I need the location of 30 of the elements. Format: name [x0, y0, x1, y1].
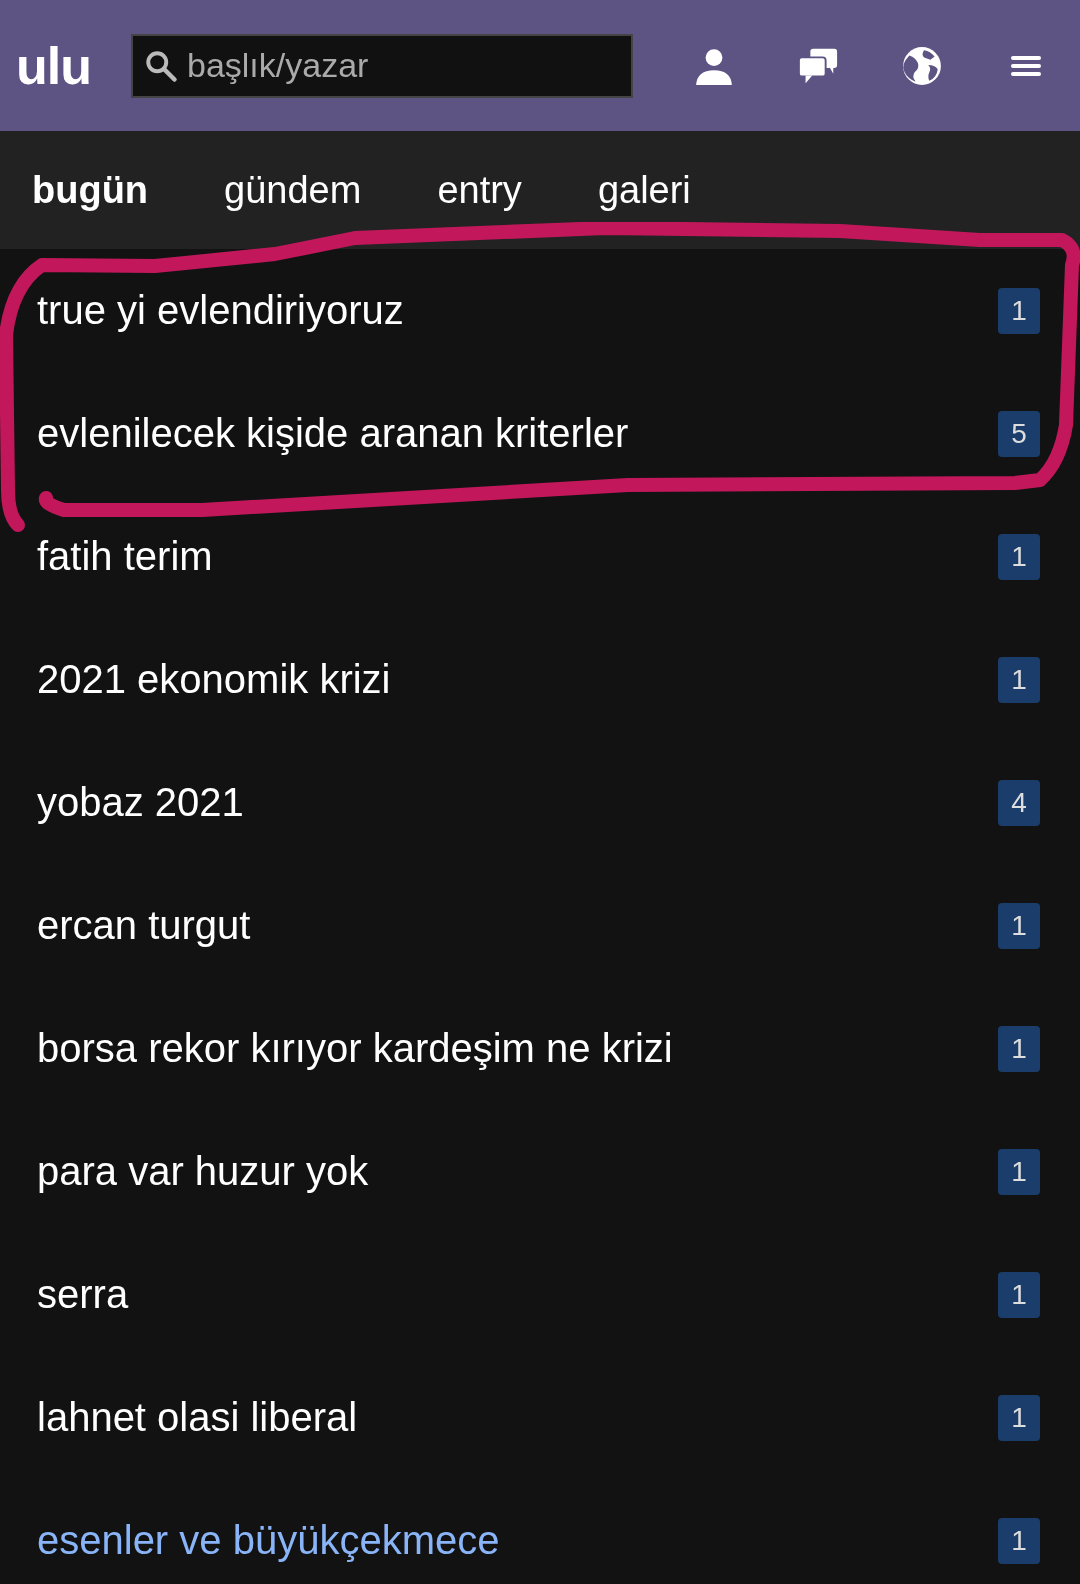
entry-count: 5: [998, 410, 1040, 457]
topic-link[interactable]: lahnet olasi liberal: [37, 1395, 358, 1440]
topic-link[interactable]: true yi evlendiriyoruz: [37, 288, 404, 333]
entry-count: 1: [998, 287, 1040, 334]
entry-count: 1: [998, 533, 1040, 580]
tab[interactable]: bugün: [32, 168, 149, 212]
search-field[interactable]: başlık/yazar: [131, 33, 633, 98]
entry-count: 1: [998, 902, 1040, 949]
topic-link[interactable]: borsa rekor kırıyor kardeşim ne krizi: [37, 1026, 673, 1071]
entry-count: 1: [998, 1025, 1040, 1072]
entry-count: 1: [998, 656, 1040, 703]
topic-link[interactable]: ercan turgut: [37, 903, 251, 948]
entry-count: 1: [998, 1394, 1040, 1441]
entry-count: 4: [998, 779, 1040, 826]
entry-count: 1: [998, 1517, 1040, 1564]
menu-icon[interactable]: [1011, 53, 1041, 78]
entry-count: 1: [998, 1271, 1040, 1318]
topic-link[interactable]: 2021 ekonomik krizi: [37, 657, 391, 702]
tab[interactable]: gündem: [224, 168, 362, 212]
logo[interactable]: ulu: [16, 35, 116, 96]
globe-icon[interactable]: [901, 44, 943, 87]
tab[interactable]: entry: [437, 168, 522, 212]
entry-count: 1: [998, 1148, 1040, 1195]
topic-link[interactable]: fatih terim: [37, 534, 213, 579]
topic-link[interactable]: yobaz 2021: [37, 780, 244, 825]
topic-link[interactable]: serra: [37, 1272, 129, 1317]
tab[interactable]: galeri: [597, 168, 691, 212]
topic-link[interactable]: para var huzur yok: [37, 1149, 369, 1194]
topic-link[interactable]: esenler ve büyükçekmece: [37, 1518, 500, 1563]
topic-link[interactable]: evlenilecek kişide aranan kriterler: [37, 411, 629, 456]
